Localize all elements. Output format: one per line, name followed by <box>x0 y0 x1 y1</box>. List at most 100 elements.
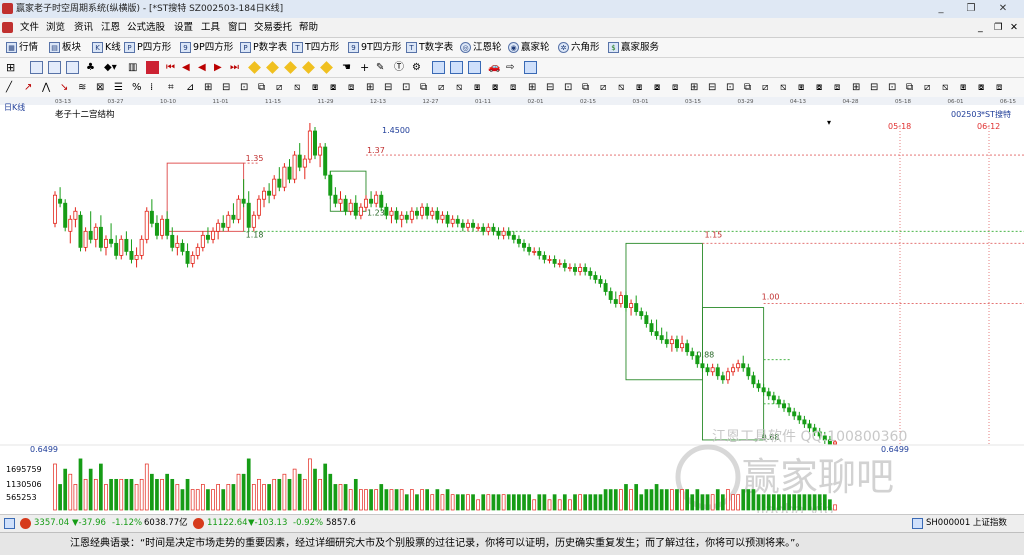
draw-fib-icon[interactable]: ☰ <box>114 81 127 94</box>
close-button[interactable]: ✕ <box>992 1 1014 16</box>
draw-tool40-icon[interactable]: ⧄ <box>762 81 775 94</box>
restore-button[interactable]: ❐ <box>960 1 982 16</box>
winner-wheel-button[interactable]: ◉ 赢家轮 <box>508 38 550 57</box>
draw-tool38-icon[interactable]: ⊡ <box>726 81 739 94</box>
draw-tool48-icon[interactable]: ⧉ <box>906 81 919 94</box>
draw-tool8-icon[interactable]: ⊿ <box>186 81 199 94</box>
draw-tool34-icon[interactable]: ⧇ <box>654 81 667 94</box>
menu-window[interactable]: 窗口 <box>228 18 247 37</box>
zoom3-icon[interactable] <box>284 61 297 74</box>
draw-tool46-icon[interactable]: ⊟ <box>870 81 883 94</box>
zoom2-icon[interactable] <box>266 61 279 74</box>
draw-tool35-icon[interactable]: ⧈ <box>672 81 685 94</box>
9p-square-button[interactable]: 9 9P四方形 <box>180 38 233 57</box>
draw-percent-icon[interactable]: % <box>132 81 145 94</box>
mdi-restore-button[interactable]: ❐ <box>994 18 1003 37</box>
draw-tool33-icon[interactable]: ⧆ <box>636 81 649 94</box>
draw-tool13-icon[interactable]: ⧄ <box>276 81 289 94</box>
index-name[interactable]: SH000001 上证指数 <box>926 515 1007 532</box>
window2-icon[interactable] <box>450 61 463 74</box>
draw-tool26-icon[interactable]: ⧈ <box>510 81 523 94</box>
draw-tool37-icon[interactable]: ⊟ <box>708 81 721 94</box>
car-icon[interactable]: 🚗 <box>488 61 501 74</box>
draw-tool47-icon[interactable]: ⊡ <box>888 81 901 94</box>
draw-tool42-icon[interactable]: ⧆ <box>798 81 811 94</box>
zoom5-icon[interactable] <box>320 61 333 74</box>
dropdown-marker-icon[interactable]: ▾ <box>827 118 831 127</box>
draw-ray-icon[interactable]: ↗ <box>24 81 37 94</box>
draw-tool51-icon[interactable]: ⧆ <box>960 81 973 94</box>
dropdown-arrow-icon[interactable]: ◆▾ <box>104 61 117 74</box>
mdi-minimize-button[interactable]: _ <box>978 18 983 37</box>
kline-chart[interactable]: 03-13 03-27 10-10 11-01 11-15 11-29 12-13 12-27… <box>0 97 1024 513</box>
draw-cycle-icon[interactable]: ⁞ <box>150 81 163 94</box>
draw-tool11-icon[interactable]: ⊡ <box>240 81 253 94</box>
zoom4-icon[interactable] <box>302 61 315 74</box>
draw-tool14-icon[interactable]: ⧅ <box>294 81 307 94</box>
menu-gann[interactable]: 江恩 <box>101 18 120 37</box>
draw-tool45-icon[interactable]: ⊞ <box>852 81 865 94</box>
draw-tool12-icon[interactable]: ⧉ <box>258 81 271 94</box>
draw-tool36-icon[interactable]: ⊞ <box>690 81 703 94</box>
window3-icon[interactable] <box>468 61 481 74</box>
quotes-button[interactable]: ▦ 行情 <box>6 38 38 57</box>
first-icon[interactable]: ⏮ <box>166 61 179 74</box>
t-table-button[interactable]: T T数字表 <box>406 38 453 57</box>
draw-tool50-icon[interactable]: ⧅ <box>942 81 955 94</box>
menu-tools[interactable]: 工具 <box>201 18 220 37</box>
draw-tool30-icon[interactable]: ⧉ <box>582 81 595 94</box>
draw-tool28-icon[interactable]: ⊟ <box>546 81 559 94</box>
mdi-close-button[interactable]: ✕ <box>1010 18 1018 37</box>
menu-trade[interactable]: 交易委托 <box>254 18 292 37</box>
draw-tool25-icon[interactable]: ⧇ <box>492 81 505 94</box>
draw-line-icon[interactable]: ╱ <box>6 81 19 94</box>
draw-tool43-icon[interactable]: ⧇ <box>816 81 829 94</box>
bar-chart-icon[interactable]: ▥ <box>128 61 141 74</box>
draw-tool49-icon[interactable]: ⧄ <box>924 81 937 94</box>
draw-tool44-icon[interactable]: ⧈ <box>834 81 847 94</box>
window4-icon[interactable] <box>524 61 537 74</box>
menu-browse[interactable]: 浏览 <box>46 18 65 37</box>
flag-red-icon[interactable] <box>146 61 159 74</box>
draw-tool21-icon[interactable]: ⧉ <box>420 81 433 94</box>
text-icon[interactable]: Ⓣ <box>394 61 407 74</box>
menu-file[interactable]: 文件 <box>20 18 39 37</box>
kline-button[interactable]: K K线 <box>92 38 121 57</box>
draw-tool27-icon[interactable]: ⊞ <box>528 81 541 94</box>
view2-icon[interactable] <box>48 61 61 74</box>
pencil-icon[interactable]: ✎ <box>376 61 389 74</box>
draw-arrow-icon[interactable]: ↘ <box>60 81 73 94</box>
draw-tool9-icon[interactable]: ⊞ <box>204 81 217 94</box>
sectors-button[interactable]: ▤ 板块 <box>49 38 81 57</box>
status-grid-icon[interactable] <box>4 518 15 529</box>
export-icon[interactable]: ⇨ <box>506 61 519 74</box>
menu-settings[interactable]: 设置 <box>174 18 193 37</box>
draw-tool24-icon[interactable]: ⧆ <box>474 81 487 94</box>
draw-tool52-icon[interactable]: ⧇ <box>978 81 991 94</box>
prev-icon[interactable]: ◀ <box>182 61 195 74</box>
minimize-button[interactable]: _ <box>930 1 952 16</box>
draw-tool20-icon[interactable]: ⊡ <box>402 81 415 94</box>
settings-icon[interactable]: ⚙ <box>412 61 425 74</box>
draw-tool18-icon[interactable]: ⊞ <box>366 81 379 94</box>
draw-tool29-icon[interactable]: ⊡ <box>564 81 577 94</box>
service-button[interactable]: $ 赢家服务 <box>608 38 659 57</box>
menu-help[interactable]: 帮助 <box>299 18 318 37</box>
p-square-button[interactable]: P P四方形 <box>124 38 171 57</box>
crosshair-icon[interactable]: + <box>360 61 373 74</box>
menu-news[interactable]: 资讯 <box>74 18 93 37</box>
view1-icon[interactable] <box>30 61 43 74</box>
draw-tool39-icon[interactable]: ⧉ <box>744 81 757 94</box>
draw-tool7-icon[interactable]: ⌗ <box>168 81 181 94</box>
draw-channel-icon[interactable]: ≋ <box>78 81 91 94</box>
window1-icon[interactable] <box>432 61 445 74</box>
hexagon-button[interactable]: ✲ 六角形 <box>558 38 600 57</box>
p-table-button[interactable]: P P数字表 <box>240 38 287 57</box>
view3-icon[interactable] <box>66 61 79 74</box>
draw-tool53-icon[interactable]: ⧈ <box>996 81 1009 94</box>
draw-tool17-icon[interactable]: ⧈ <box>348 81 361 94</box>
hand-icon[interactable]: ☚ <box>342 61 355 74</box>
draw-tool16-icon[interactable]: ⧇ <box>330 81 343 94</box>
last-icon[interactable]: ⏭ <box>230 61 243 74</box>
draw-tool23-icon[interactable]: ⧅ <box>456 81 469 94</box>
